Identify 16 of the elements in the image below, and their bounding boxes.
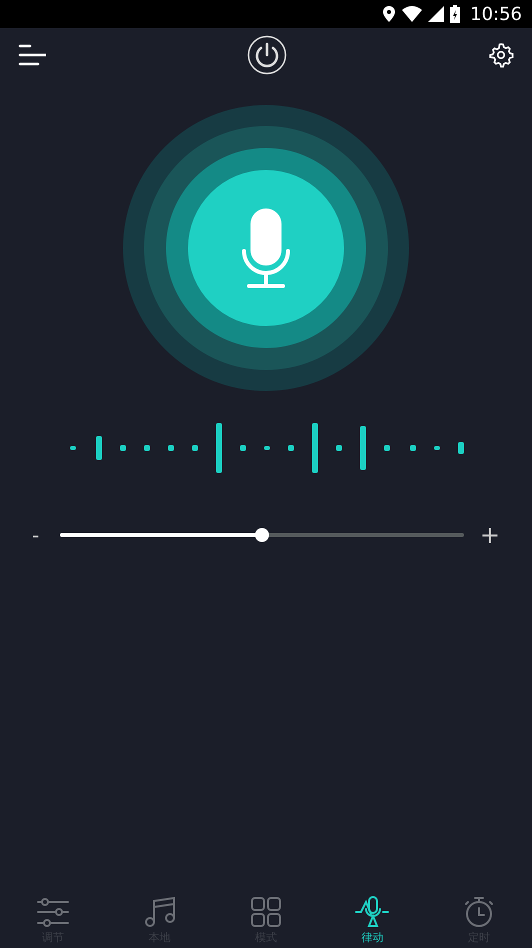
- power-icon[interactable]: [247, 35, 287, 75]
- microphone-pulse-icon: [355, 894, 390, 928]
- increase-volume[interactable]: +: [480, 517, 500, 553]
- music-note-icon: [142, 894, 177, 928]
- battery-icon: [450, 5, 460, 23]
- menu-icon[interactable]: [18, 44, 46, 66]
- status-time: 10:56: [470, 2, 522, 26]
- volume-slider[interactable]: [60, 528, 464, 542]
- settings-icon[interactable]: [488, 42, 514, 68]
- wifi-icon: [402, 6, 422, 22]
- location-icon: [382, 6, 396, 22]
- microphone-icon: [241, 207, 291, 289]
- grid-icon: [248, 894, 283, 928]
- tab[interactable]: 律动: [332, 894, 412, 946]
- decrease-volume[interactable]: -: [32, 520, 44, 550]
- signal-icon: [428, 6, 444, 22]
